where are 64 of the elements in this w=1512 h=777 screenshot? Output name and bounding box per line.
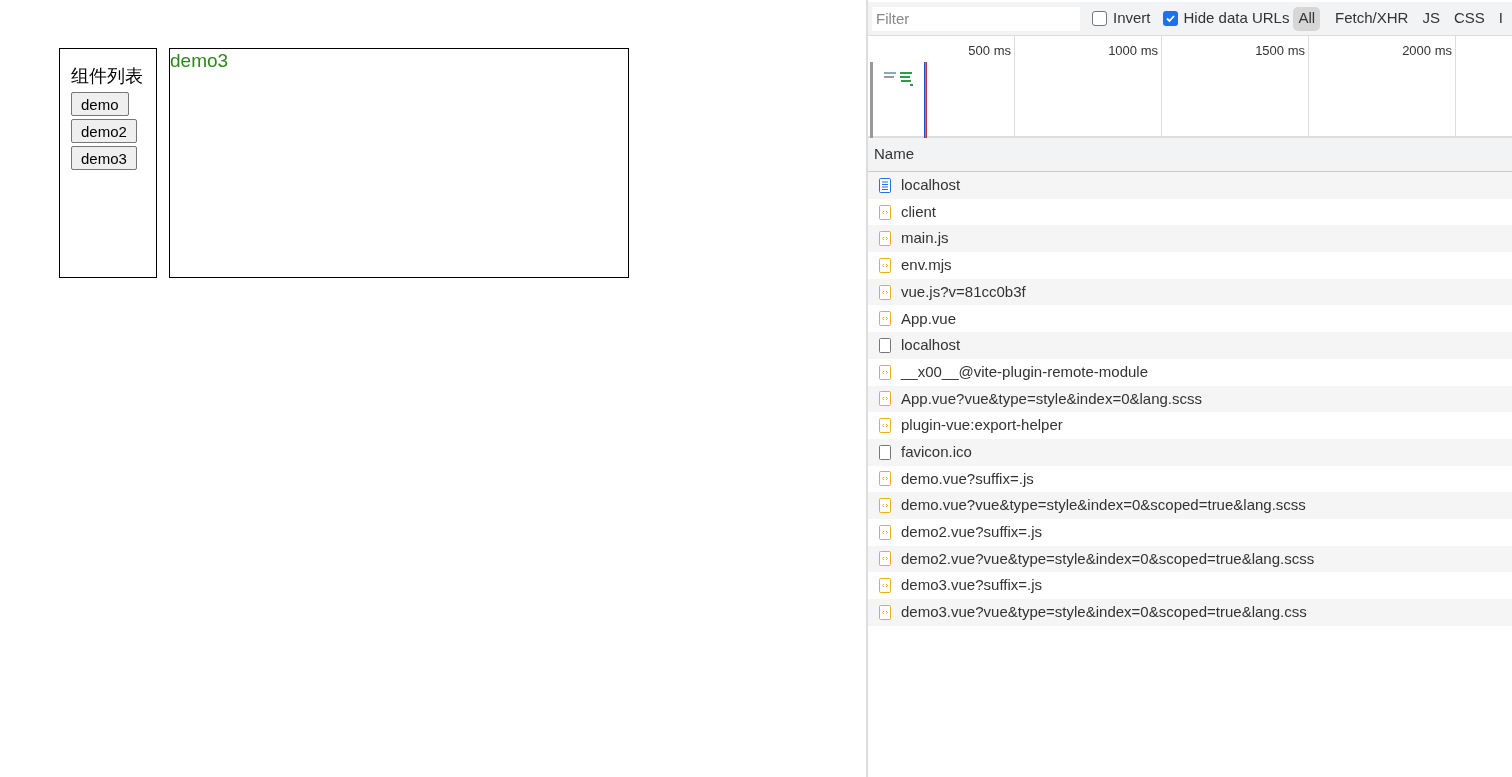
request-name: localhost — [901, 335, 961, 356]
checkbox[interactable] — [1162, 11, 1178, 26]
column-title: Name — [874, 144, 914, 165]
request-name: App.vue — [901, 308, 957, 329]
script-file-icon — [879, 257, 891, 273]
checkbox-label: Invert — [1113, 8, 1151, 29]
panel-title: 组件列表 — [71, 65, 143, 88]
filter-field[interactable]: Filter — [872, 6, 1080, 31]
request-name: demo3.vue?vue&type=style&index=0&scoped=true&lang.css — [901, 602, 1307, 623]
checkbox-label: Hide data URLs — [1183, 8, 1290, 29]
request-row[interactable]: localhost — [868, 332, 1512, 359]
request-row[interactable]: vue.js?v=81cc0b3f — [868, 278, 1512, 306]
script-file-icon — [879, 604, 891, 620]
time-tick-label: 1500 ms — [1255, 42, 1305, 57]
blank-file-icon — [879, 337, 891, 353]
request-name: App.vue?vue&type=style&index=0&lang.scss — [901, 388, 1203, 409]
checkmark-icon — [1164, 13, 1176, 24]
script-file-icon — [879, 231, 891, 247]
script-file-icon — [879, 204, 891, 220]
request-name: plugin-vue:export-helper — [901, 415, 1063, 436]
script-file-icon — [879, 284, 891, 300]
type-filter-tab[interactable]: All — [1293, 6, 1321, 31]
time-tick-label: 2000 ms — [1402, 42, 1452, 57]
type-filter-tab[interactable]: I — [1493, 6, 1508, 31]
request-row[interactable]: favicon.ico — [868, 438, 1512, 466]
request-name: client — [901, 201, 937, 222]
request-name: favicon.ico — [901, 441, 972, 462]
script-file-icon — [879, 391, 891, 407]
component-button[interactable]: demo3 — [71, 146, 137, 170]
request-row[interactable]: demo.vue?vue&type=style&index=0&scoped=true&lang.scss — [868, 492, 1512, 519]
request-name: demo.vue?suffix=.js — [901, 468, 1034, 489]
type-filter-tab[interactable]: JS — [1417, 6, 1445, 31]
request-name: demo2.vue?suffix=.js — [901, 522, 1043, 543]
request-row[interactable]: demo2.vue?vue&type=style&index=0&scoped=true&lang.scss — [868, 545, 1512, 573]
document-icon — [879, 177, 891, 193]
time-tick-label: 500 ms — [968, 42, 1011, 57]
request-row[interactable]: localhost — [868, 172, 1512, 199]
script-file-icon — [879, 524, 891, 540]
checkbox[interactable] — [1092, 11, 1107, 26]
script-file-icon — [879, 498, 891, 514]
script-file-icon — [879, 551, 891, 567]
type-filter-tab[interactable]: Fetch/XHR — [1330, 6, 1414, 31]
script-file-icon — [879, 578, 891, 594]
component-button[interactable]: demo2 — [71, 119, 137, 143]
script-file-icon — [879, 418, 891, 434]
component-button[interactable]: demo — [71, 92, 129, 116]
script-file-icon — [879, 471, 891, 487]
time-tick-label: 1000 ms — [1108, 42, 1158, 57]
request-row[interactable]: main.js — [868, 225, 1512, 253]
request-name: vue.js?v=81cc0b3f — [901, 281, 1026, 302]
request-name: demo.vue?vue&type=style&index=0&scoped=true&lang.scss — [901, 495, 1306, 516]
script-file-icon — [879, 311, 891, 327]
request-name: demo2.vue?vue&type=style&index=0&scoped=true&lang.scss — [901, 548, 1315, 569]
type-filter-tab[interactable]: CSS — [1448, 6, 1490, 31]
content-text: demo3 — [170, 50, 229, 71]
request-name: env.mjs — [901, 255, 952, 276]
request-name: localhost — [901, 175, 961, 196]
request-name: __x00__@vite-plugin-remote-module — [901, 361, 1149, 382]
request-name: demo3.vue?suffix=.js — [901, 575, 1043, 596]
request-row[interactable]: App.vue?vue&type=style&index=0&lang.scss — [868, 385, 1512, 413]
script-file-icon — [879, 364, 891, 380]
request-row[interactable]: demo3.vue?vue&type=style&index=0&scoped=true&lang.css — [868, 599, 1512, 626]
request-name: main.js — [901, 228, 949, 249]
blank-file-icon — [879, 444, 891, 460]
